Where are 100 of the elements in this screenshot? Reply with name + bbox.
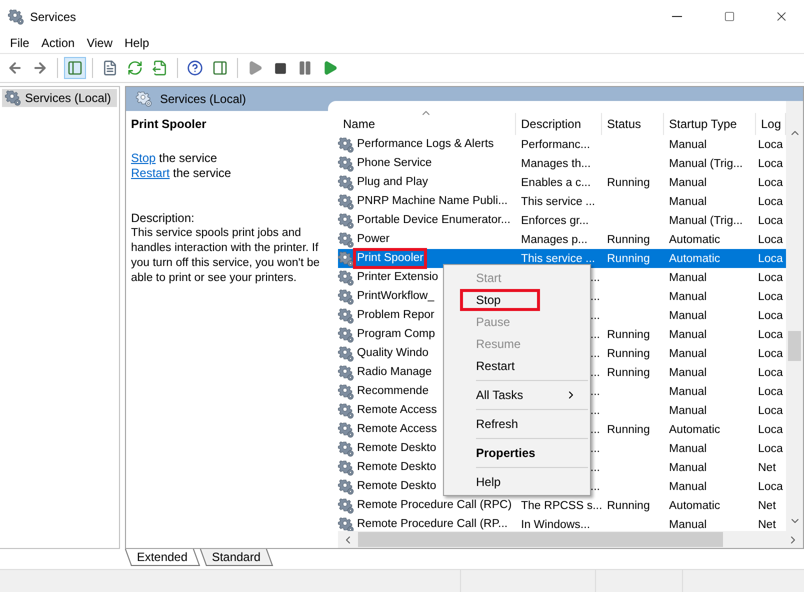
table-cell-text: Loca (757, 366, 784, 378)
table-cell-text: Manual (668, 366, 708, 378)
gear-icon (338, 440, 354, 456)
gear-icon (338, 270, 354, 286)
table-cell-text: Loca (757, 404, 784, 416)
context-menu-item[interactable]: Stop (460, 289, 540, 311)
table-cell-text: ... (589, 310, 601, 322)
table-cell-text: Manual (Trig... (668, 158, 744, 170)
service-name-cell-text: PrintWorkflow_ (356, 289, 436, 304)
table-cell-text: Automatic (668, 234, 722, 246)
panel-icon (67, 60, 83, 76)
table-cell-text: Loca (757, 348, 784, 360)
service-name-cell-text: Printer Extensio (356, 270, 440, 285)
pause-icon (297, 60, 313, 76)
horizontal-scrollbar[interactable] (338, 531, 803, 548)
table-cell-text: Automatic (668, 424, 722, 436)
table-cell-text: Loca (757, 424, 784, 436)
panel-icon (212, 60, 228, 76)
table-cell-text: Loca (757, 386, 784, 398)
service-name-cell-text: Phone Service (356, 156, 433, 171)
table-cell-text: Manual (668, 462, 708, 474)
service-name-cell-text: Problem Repor (356, 308, 436, 323)
column-header[interactable]: Name (338, 113, 516, 135)
table-cell-text: Enables a c... (520, 176, 592, 188)
table-cell-text: Manual (Trig... (668, 214, 744, 226)
table-cell-text: Running (606, 176, 651, 188)
table-cell-text: Running (606, 328, 651, 340)
service-name-cell-text: PNRP Machine Name Publi... (356, 194, 509, 209)
gear-icon (338, 422, 354, 438)
table-cell-text: Loca (757, 442, 784, 454)
vertical-scrollbar[interactable] (786, 101, 803, 531)
service-name-cell-text: Remote Deskto (356, 479, 438, 494)
table-cell-text: Manual (668, 310, 708, 322)
table-cell-text: Manages th... (520, 158, 592, 170)
menu-item[interactable]: Help (118, 36, 156, 50)
table-cell-text: Loca (757, 138, 784, 150)
action-link[interactable]: Stop (131, 151, 156, 165)
gear-icon (338, 194, 354, 210)
table-cell-text: Manual (668, 290, 708, 302)
context-menu-item[interactable]: Refresh (460, 413, 540, 435)
column-header[interactable]: Status (602, 113, 664, 135)
service-name-cell-text: Radio Manage (356, 365, 433, 380)
table-cell-text: Loca (757, 310, 784, 322)
table-cell-text: Manual (668, 404, 708, 416)
service-name-cell-text: Remote Access (356, 403, 438, 418)
table-cell-text: Manages p... (520, 234, 588, 246)
gear-icon (338, 402, 354, 418)
menu-item[interactable]: Action (35, 36, 81, 50)
toolbar-button[interactable] (64, 57, 86, 79)
table-cell-text: Net (757, 462, 777, 474)
table-cell-text: ... (589, 386, 601, 398)
gear-icon (338, 516, 354, 531)
action-link[interactable]: Restart (131, 166, 170, 180)
selected-row[interactable]: Print Spooler This service ... Running Automatic Loca (338, 249, 786, 268)
play-icon (247, 60, 263, 76)
gear-icon (338, 346, 354, 362)
gear-icon (5, 90, 21, 106)
context-menu-item[interactable]: Restart (460, 355, 540, 377)
table-cell-text: ... (589, 328, 601, 340)
table-cell-text: ... (589, 442, 601, 454)
table-cell-text: Manual (668, 138, 708, 150)
gear-icon (338, 384, 354, 400)
tab[interactable]: Standard (200, 549, 273, 566)
document-icon (102, 60, 118, 76)
resume-icon (322, 60, 338, 76)
gear-icon (338, 498, 354, 514)
service-name-cell-text: Quality Windo (356, 346, 430, 361)
gear-icon (136, 91, 152, 107)
table-cell-text: ... (589, 272, 601, 284)
table-cell-text: This service ... (520, 252, 596, 264)
column-header[interactable]: Description (516, 113, 602, 135)
table-cell-text: Manual (668, 442, 708, 454)
table-cell-text: Loca (757, 234, 784, 246)
table-cell-text: Manual (668, 480, 708, 492)
table-cell-text: Loca (757, 480, 784, 492)
menu-item[interactable]: View (80, 36, 118, 50)
service-name-cell-text: Plug and Play (356, 175, 429, 190)
table-cell-text: ... (589, 404, 601, 416)
tab[interactable]: Extended (124, 549, 200, 566)
context-menu-item[interactable]: Properties (460, 442, 540, 464)
context-menu-item[interactable]: Help (460, 471, 540, 493)
table-cell-text: Automatic (668, 252, 722, 264)
table-cell-text: Loca (757, 252, 784, 264)
column-header[interactable]: Startup Type (664, 113, 756, 135)
table-cell-text: Loca (757, 176, 784, 188)
table-cell-text: Running (606, 500, 651, 512)
table-cell-text: ... (589, 480, 601, 492)
table-cell-text: ... (589, 290, 601, 302)
table-cell-text: Running (606, 366, 651, 378)
service-name-cell-text: Remote Procedure Call (RP... (356, 517, 509, 531)
context-menu-item[interactable]: All Tasks (460, 384, 586, 406)
window-title: Services (30, 10, 78, 24)
pane-title: Services (Local) (160, 92, 246, 106)
scroll-thumb[interactable] (788, 331, 801, 361)
menu-item[interactable]: File (4, 36, 36, 50)
maximize-icon (724, 11, 734, 22)
gear-icon (8, 8, 24, 24)
gear-icon (338, 174, 354, 190)
table-cell-text: Loca (757, 272, 784, 284)
tree-item[interactable]: Services (Local) (2, 89, 117, 107)
